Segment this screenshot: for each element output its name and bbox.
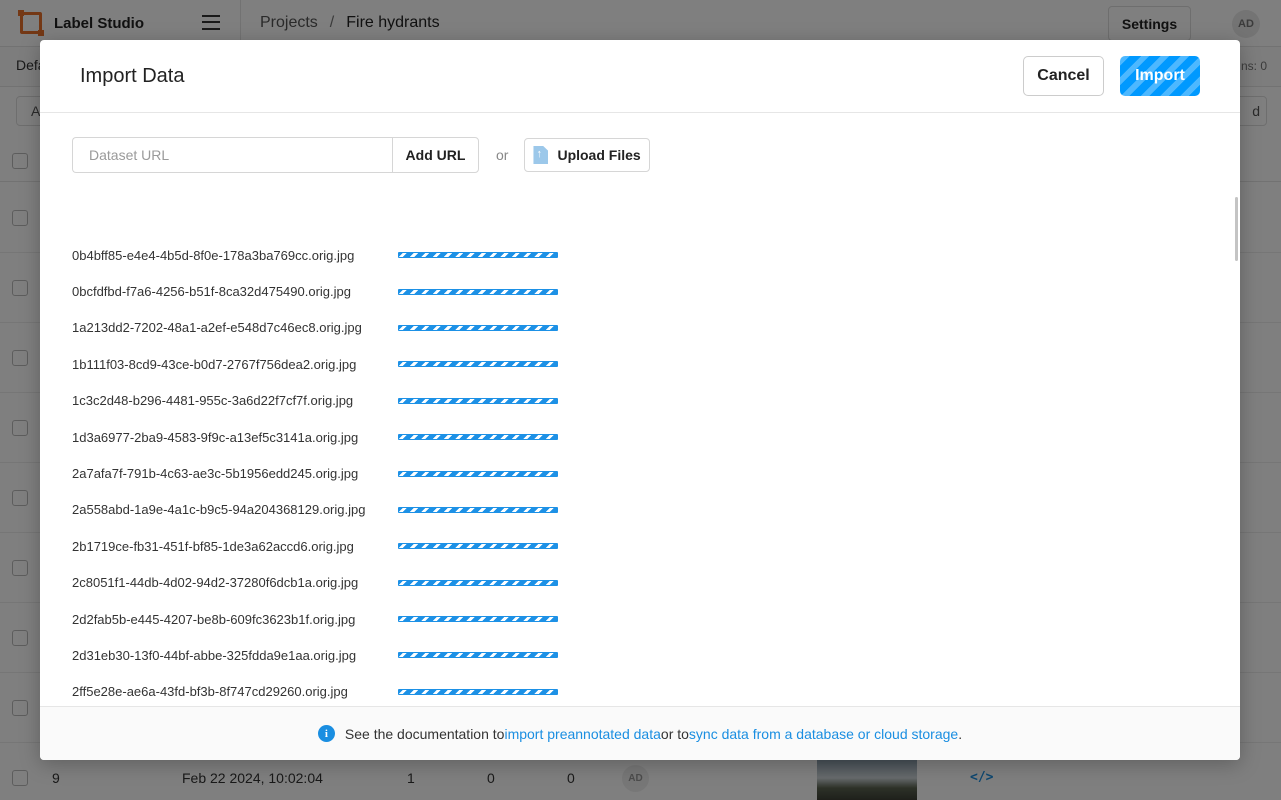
file-name: 1b111f03-8cd9-43ce-b0d7-2767f756dea2.ori… [72, 356, 357, 372]
upload-progress-bar [398, 652, 558, 659]
footer-text-middle: or to [660, 725, 689, 742]
uploading-files-list: 0b4bff85-e4e4-4b5d-8f0e-178a3ba769cc.ori… [72, 237, 1232, 707]
upload-files-label: Upload Files [557, 147, 641, 163]
file-name: 1a213dd2-7202-48a1-a2ef-e548d7c46ec8.ori… [72, 320, 362, 336]
file-row: 0bcfdfbd-f7a6-4256-b51f-8ca32d475490.ori… [72, 273, 1232, 309]
upload-files-button[interactable]: Upload Files [524, 138, 650, 172]
file-name: 2a558abd-1a9e-4a1c-b9c5-94a204368129.ori… [72, 502, 366, 518]
upload-progress-bar [398, 616, 558, 623]
import-data-modal: Import Data Cancel Import Add URL or Upl… [40, 40, 1240, 760]
upload-progress-bar [398, 434, 558, 441]
modal-title: Import Data [80, 65, 185, 87]
upload-progress-bar [398, 361, 558, 368]
file-row: 2a558abd-1a9e-4a1c-b9c5-94a204368129.ori… [72, 492, 1232, 528]
import-button[interactable]: Import [1120, 56, 1200, 96]
footer-text-prefix: See the documentation to [344, 725, 505, 742]
file-row: 2a7afa7f-791b-4c63-ae3c-5b1956edd245.ori… [72, 455, 1232, 491]
file-row: 1b111f03-8cd9-43ce-b0d7-2767f756dea2.ori… [72, 346, 1232, 382]
file-row: 2ff5e28e-ae6a-43fd-bf3b-8f747cd29260.ori… [72, 674, 1232, 707]
import-preannotated-link[interactable]: import preannotated data [504, 726, 660, 742]
modal-header: Import Data Cancel Import [40, 40, 1240, 113]
file-name: 0bcfdfbd-f7a6-4256-b51f-8ca32d475490.ori… [72, 284, 351, 300]
file-row: 2d31eb30-13f0-44bf-abbe-325fdda9e1aa.ori… [72, 637, 1232, 673]
file-row: 1c3c2d48-b296-4481-955c-3a6d22f7cf7f.ori… [72, 383, 1232, 419]
upload-progress-bar [398, 688, 558, 695]
file-name: 2c8051f1-44db-4d02-94d2-37280f6dcb1a.ori… [72, 575, 359, 591]
url-import-row: Add URL or Upload Files [72, 137, 650, 173]
file-row: 1a213dd2-7202-48a1-a2ef-e548d7c46ec8.ori… [72, 310, 1232, 346]
upload-progress-bar [398, 397, 558, 404]
file-name: 2b1719ce-fb31-451f-bf85-1de3a62accd6.ori… [72, 538, 354, 554]
upload-file-icon [533, 146, 549, 164]
file-name: 2ff5e28e-ae6a-43fd-bf3b-8f747cd29260.ori… [72, 684, 348, 700]
sync-cloud-storage-link[interactable]: sync data from a database or cloud stora… [689, 726, 958, 742]
file-name: 0b4bff85-e4e4-4b5d-8f0e-178a3ba769cc.ori… [72, 247, 355, 263]
file-row: 2d2fab5b-e445-4207-be8b-609fc3623b1f.ori… [72, 601, 1232, 637]
upload-progress-bar [398, 288, 558, 295]
or-label: or [496, 147, 509, 163]
footer-text-suffix: . [958, 725, 963, 742]
file-name: 2d2fab5b-e445-4207-be8b-609fc3623b1f.ori… [72, 611, 356, 627]
file-list-scrollbar[interactable] [1235, 197, 1238, 261]
upload-progress-bar [398, 252, 558, 259]
upload-progress-bar [398, 506, 558, 513]
file-name: 2d31eb30-13f0-44bf-abbe-325fdda9e1aa.ori… [72, 647, 357, 663]
file-name: 1d3a6977-2ba9-4583-9f9c-a13ef5c3141a.ori… [72, 429, 359, 445]
info-icon: i [317, 725, 335, 742]
upload-progress-bar [398, 543, 558, 550]
upload-progress-bar [398, 324, 558, 331]
modal-footer: i See the documentation to import preann… [40, 706, 1240, 760]
upload-progress-bar [398, 579, 558, 586]
file-row: 1d3a6977-2ba9-4583-9f9c-a13ef5c3141a.ori… [72, 419, 1232, 455]
file-row: 2b1719ce-fb31-451f-bf85-1de3a62accd6.ori… [72, 528, 1232, 564]
add-url-button[interactable]: Add URL [392, 137, 479, 173]
file-row: 0b4bff85-e4e4-4b5d-8f0e-178a3ba769cc.ori… [72, 237, 1232, 273]
upload-progress-bar [398, 470, 558, 477]
file-name: 2a7afa7f-791b-4c63-ae3c-5b1956edd245.ori… [72, 466, 359, 482]
dataset-url-input[interactable] [72, 137, 392, 173]
cancel-button[interactable]: Cancel [1023, 56, 1104, 96]
file-row: 2c8051f1-44db-4d02-94d2-37280f6dcb1a.ori… [72, 565, 1232, 601]
file-name: 1c3c2d48-b296-4481-955c-3a6d22f7cf7f.ori… [72, 393, 354, 409]
